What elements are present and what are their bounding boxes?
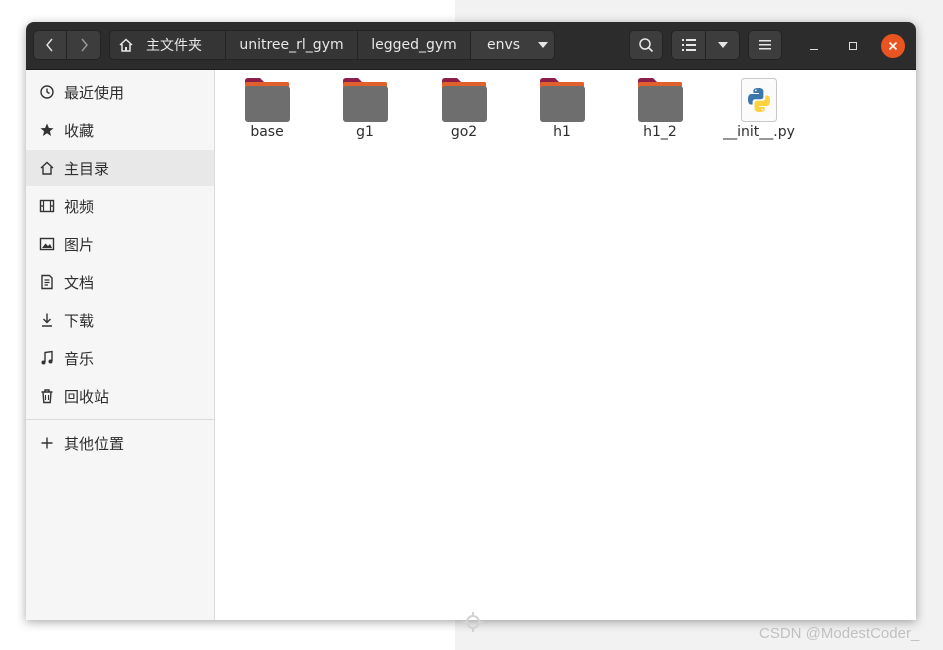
breadcrumb-item-envs-label: envs xyxy=(487,37,521,53)
folder-item[interactable]: h1_2 xyxy=(618,78,702,140)
folder-icon xyxy=(442,78,487,122)
sidebar-item-label: 收藏 xyxy=(64,121,95,140)
file-name: base xyxy=(250,124,284,140)
python-file-icon xyxy=(741,78,777,122)
sidebar-item-label: 音乐 xyxy=(64,349,95,368)
sidebar-item-label: 最近使用 xyxy=(64,83,125,102)
sidebar-separator xyxy=(26,419,214,420)
view-options-button[interactable] xyxy=(706,30,740,60)
watermark-text: CSDN @ModestCoder_ xyxy=(759,625,920,642)
plus-icon xyxy=(39,435,55,451)
sidebar-item-label: 下载 xyxy=(64,311,95,330)
breadcrumb-item-legged-gym[interactable]: legged_gym xyxy=(358,31,471,59)
hamburger-menu-icon xyxy=(759,40,771,50)
back-button[interactable] xyxy=(33,30,67,60)
file-manager-window: 主文件夹 unitree_rl_gym legged_gym envs 最近使用… xyxy=(26,22,916,620)
sidebar-item-videos[interactable]: 视频 xyxy=(26,188,214,224)
document-icon xyxy=(39,274,55,290)
clock-icon xyxy=(39,84,55,100)
sidebar-item-home[interactable]: 主目录 xyxy=(26,150,214,186)
dropdown-arrow-icon xyxy=(717,42,728,48)
crosshair-icon xyxy=(463,612,483,632)
sidebar-item-label: 文档 xyxy=(64,273,95,292)
image-icon xyxy=(39,236,55,252)
sidebar-item-recent[interactable]: 最近使用 xyxy=(26,74,214,110)
home-icon xyxy=(39,160,55,176)
folder-icon xyxy=(638,78,683,122)
breadcrumb: 主文件夹 unitree_rl_gym legged_gym envs xyxy=(109,30,555,60)
minimize-button[interactable] xyxy=(802,34,826,58)
sidebar-item-music[interactable]: 音乐 xyxy=(26,340,214,376)
folder-icon xyxy=(245,78,290,122)
film-icon xyxy=(39,198,55,214)
chevron-left-icon xyxy=(46,38,53,52)
folder-icon xyxy=(343,78,388,122)
chevron-right-icon xyxy=(80,38,88,52)
folder-item[interactable]: h1 xyxy=(520,78,604,140)
folder-item[interactable]: base xyxy=(225,78,309,140)
close-button[interactable] xyxy=(881,34,905,58)
file-name: g1 xyxy=(356,124,374,140)
sidebar: 最近使用 收藏 主目录 视频 图片 文档 下载 音乐 回收站 其他位置 xyxy=(26,70,215,620)
sidebar-item-label: 主目录 xyxy=(64,159,110,178)
forward-button[interactable] xyxy=(67,30,101,60)
sidebar-item-downloads[interactable]: 下载 xyxy=(26,302,214,338)
breadcrumb-home[interactable]: 主文件夹 xyxy=(110,31,226,59)
sidebar-item-pictures[interactable]: 图片 xyxy=(26,226,214,262)
maximize-icon xyxy=(849,42,857,50)
breadcrumb-item-unitree-rl-gym[interactable]: unitree_rl_gym xyxy=(226,31,358,59)
sidebar-item-label: 回收站 xyxy=(64,387,110,406)
sidebar-item-label: 视频 xyxy=(64,197,95,216)
sidebar-item-trash[interactable]: 回收站 xyxy=(26,378,214,414)
file-name: __init__.py xyxy=(723,124,795,140)
star-icon xyxy=(39,122,55,138)
sidebar-item-other-locations[interactable]: 其他位置 xyxy=(26,425,214,461)
home-icon xyxy=(119,38,133,52)
headerbar: 主文件夹 unitree_rl_gym legged_gym envs xyxy=(26,22,916,70)
sidebar-item-label: 其他位置 xyxy=(64,434,125,453)
list-view-button[interactable] xyxy=(671,30,706,60)
file-name: h1_2 xyxy=(643,124,677,140)
file-name: h1 xyxy=(553,124,571,140)
breadcrumb-item-envs[interactable]: envs xyxy=(471,31,554,59)
trash-icon xyxy=(39,388,55,404)
search-icon xyxy=(639,38,654,53)
main-menu-button[interactable] xyxy=(748,30,782,60)
maximize-button[interactable] xyxy=(841,34,865,58)
folder-item[interactable]: g1 xyxy=(323,78,407,140)
close-icon xyxy=(888,41,898,51)
sidebar-item-documents[interactable]: 文档 xyxy=(26,264,214,300)
folder-item[interactable]: go2 xyxy=(422,78,506,140)
sidebar-item-label: 图片 xyxy=(64,235,95,254)
file-name: go2 xyxy=(450,124,478,140)
minimize-icon xyxy=(810,48,818,50)
music-icon xyxy=(39,350,55,366)
dropdown-arrow-icon xyxy=(538,42,549,48)
file-view: base g1 go2 h1 h1_2 __init__.py xyxy=(215,70,916,620)
breadcrumb-home-label: 主文件夹 xyxy=(146,38,202,54)
download-icon xyxy=(39,312,55,328)
sidebar-item-starred[interactable]: 收藏 xyxy=(26,112,214,148)
python-file-item[interactable]: __init__.py xyxy=(717,78,801,140)
search-button[interactable] xyxy=(629,30,663,60)
list-view-icon xyxy=(681,39,696,51)
folder-icon xyxy=(540,78,585,122)
